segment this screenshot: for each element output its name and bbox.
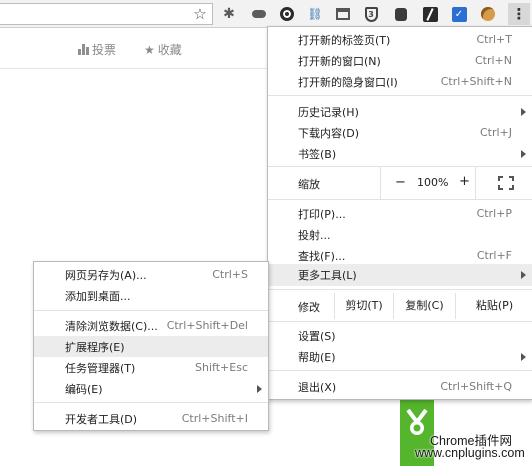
menu-separator <box>268 199 532 200</box>
zoom-level: 100% <box>417 176 449 189</box>
menu-item-shortcut: Ctrl+J <box>479 126 512 139</box>
zoom-controls: − 100% + <box>380 167 476 199</box>
copy-button[interactable]: 复制(C) <box>393 293 455 319</box>
menu-item-label: 任务管理器(T) <box>65 361 136 375</box>
zoom-out-button[interactable]: − <box>395 175 406 190</box>
menu-item-label: 打印(P)... <box>298 207 346 221</box>
menu-item-label: 查找(F)... <box>298 249 346 263</box>
menu-item-more-tools[interactable]: 更多工具(L) <box>268 264 532 286</box>
star-filled-icon: ★ <box>144 42 155 57</box>
upvote-button[interactable]: 投票 <box>78 41 116 58</box>
fullscreen-icon[interactable] <box>498 176 514 190</box>
menu-item-label: 退出(X) <box>298 380 337 394</box>
submenu-item-add-to-desktop[interactable]: 添加到桌面... <box>34 285 268 306</box>
menu-separator <box>268 289 532 290</box>
menu-item-label: 清除浏览数据(C)... <box>65 319 158 333</box>
menu-item-downloads[interactable]: 下载内容(D) Ctrl+J <box>268 122 532 143</box>
submenu-item-dev-tools[interactable]: 开发者工具(D) Ctrl+Shift+I <box>34 408 268 429</box>
menu-item-shortcut: Ctrl+N <box>474 54 512 67</box>
menu-item-label: 打开新的窗口(N) <box>298 54 381 68</box>
menu-separator <box>34 310 268 311</box>
menu-item-new-incognito[interactable]: 打开新的隐身窗口(I) Ctrl+Shift+N <box>268 71 532 92</box>
cloud-icon[interactable] <box>250 5 268 23</box>
gear-icon[interactable]: ✱ <box>220 5 238 23</box>
shield-icon[interactable]: 3 <box>362 5 380 23</box>
cookie-icon[interactable] <box>479 5 497 23</box>
menu-item-shortcut: Ctrl+P <box>476 207 512 220</box>
menu-item-shortcut: Ctrl+Shift+N <box>440 75 512 88</box>
favorite-label: 收藏 <box>157 43 182 57</box>
menu-item-label: 打开新的隐身窗口(I) <box>298 75 398 89</box>
menu-item-help[interactable]: 帮助(E) <box>268 346 532 367</box>
submenu-item-clear-data[interactable]: 清除浏览数据(C)... Ctrl+Shift+Del <box>34 315 268 336</box>
circle-icon[interactable] <box>278 5 296 23</box>
chevron-right-icon <box>521 108 526 116</box>
menu-item-label: 打开新的标签页(T) <box>298 33 391 47</box>
slash-icon[interactable] <box>421 5 439 23</box>
more-tools-submenu: 网页另存为(A)... Ctrl+S 添加到桌面... 清除浏览数据(C)...… <box>33 261 269 431</box>
zoom-label: 缩放 <box>298 178 320 191</box>
menu-item-label: 网页另存为(A)... <box>65 268 147 282</box>
vshield-icon[interactable]: ✓ <box>450 5 468 23</box>
edit-row: 修改 剪切(T) 复制(C) 粘贴(P) <box>268 293 532 319</box>
edit-label: 修改 <box>298 301 320 314</box>
chevron-right-icon <box>521 353 526 361</box>
link-icon[interactable]: ⛓ <box>306 5 324 23</box>
paste-button[interactable]: 粘贴(P) <box>455 293 532 319</box>
menu-item-shortcut: Ctrl+Shift+Del <box>166 319 248 332</box>
menu-item-shortcut: Ctrl+Shift+I <box>181 412 248 425</box>
menu-separator <box>34 402 268 403</box>
chevron-right-icon <box>257 385 262 393</box>
kebab-menu-icon[interactable]: ⋮ <box>508 3 530 25</box>
menu-item-print[interactable]: 打印(P)... Ctrl+P <box>268 203 532 224</box>
watermark-url: www.cnplugins.com <box>415 446 525 460</box>
cut-button[interactable]: 剪切(T) <box>334 293 393 319</box>
star-icon[interactable]: ☆ <box>190 4 210 24</box>
menu-item-find[interactable]: 查找(F)... Ctrl+F <box>268 245 532 266</box>
menu-separator <box>268 370 532 371</box>
menu-item-label: 编码(E) <box>65 382 103 396</box>
chevron-right-icon <box>521 150 526 158</box>
menu-item-new-window[interactable]: 打开新的窗口(N) Ctrl+N <box>268 50 532 71</box>
address-bar[interactable] <box>0 3 213 25</box>
menu-item-label: 添加到桌面... <box>65 289 131 303</box>
menu-item-shortcut: Ctrl+T <box>476 33 512 46</box>
robot-icon[interactable] <box>392 5 410 23</box>
menu-item-label: 投射... <box>298 228 331 242</box>
menu-item-label: 扩展程序(E) <box>65 340 125 354</box>
chrome-main-menu: 打开新的标签页(T) Ctrl+T 打开新的窗口(N) Ctrl+N 打开新的隐… <box>267 26 532 400</box>
menu-item-settings[interactable]: 设置(S) <box>268 325 532 346</box>
menu-separator <box>268 95 532 96</box>
menu-item-shortcut: Ctrl+Shift+Q <box>440 380 512 393</box>
menu-item-shortcut: Ctrl+F <box>476 249 512 262</box>
submenu-item-save-page[interactable]: 网页另存为(A)... Ctrl+S <box>34 264 268 285</box>
table-icon[interactable] <box>334 5 352 23</box>
upvote-label: 投票 <box>92 43 117 57</box>
menu-item-cast[interactable]: 投射... <box>268 224 532 245</box>
submenu-item-extensions[interactable]: 扩展程序(E) <box>34 336 268 357</box>
browser-toolbar: ☆ ✱ ⛓ 3 ✓ ⋮ <box>0 0 532 28</box>
zoom-in-button[interactable]: + <box>459 174 470 189</box>
menu-item-label: 帮助(E) <box>298 350 336 364</box>
menu-item-label: 更多工具(L) <box>298 269 357 282</box>
menu-item-shortcut: Ctrl+S <box>212 268 248 281</box>
favorite-button[interactable]: ★ 收藏 <box>144 41 182 58</box>
submenu-item-task-manager[interactable]: 任务管理器(T) Shift+Esc <box>34 357 268 378</box>
menu-item-bookmarks[interactable]: 书签(B) <box>268 143 532 164</box>
menu-item-exit[interactable]: 退出(X) Ctrl+Shift+Q <box>268 376 532 397</box>
menu-item-label: 下载内容(D) <box>298 126 360 140</box>
zoom-row: 缩放 − 100% + <box>268 167 532 199</box>
menu-item-new-tab[interactable]: 打开新的标签页(T) Ctrl+T <box>268 29 532 50</box>
menu-item-shortcut: Shift+Esc <box>195 361 248 374</box>
menu-item-label: 书签(B) <box>298 147 337 161</box>
bar-chart-icon <box>78 44 89 55</box>
chevron-right-icon <box>521 271 526 279</box>
menu-item-label: 设置(S) <box>298 329 336 343</box>
menu-item-label: 开发者工具(D) <box>65 412 138 426</box>
menu-separator <box>268 321 532 322</box>
submenu-item-encoding[interactable]: 编码(E) <box>34 378 268 399</box>
menu-item-label: 历史记录(H) <box>298 105 359 119</box>
menu-item-history[interactable]: 历史记录(H) <box>268 101 532 122</box>
